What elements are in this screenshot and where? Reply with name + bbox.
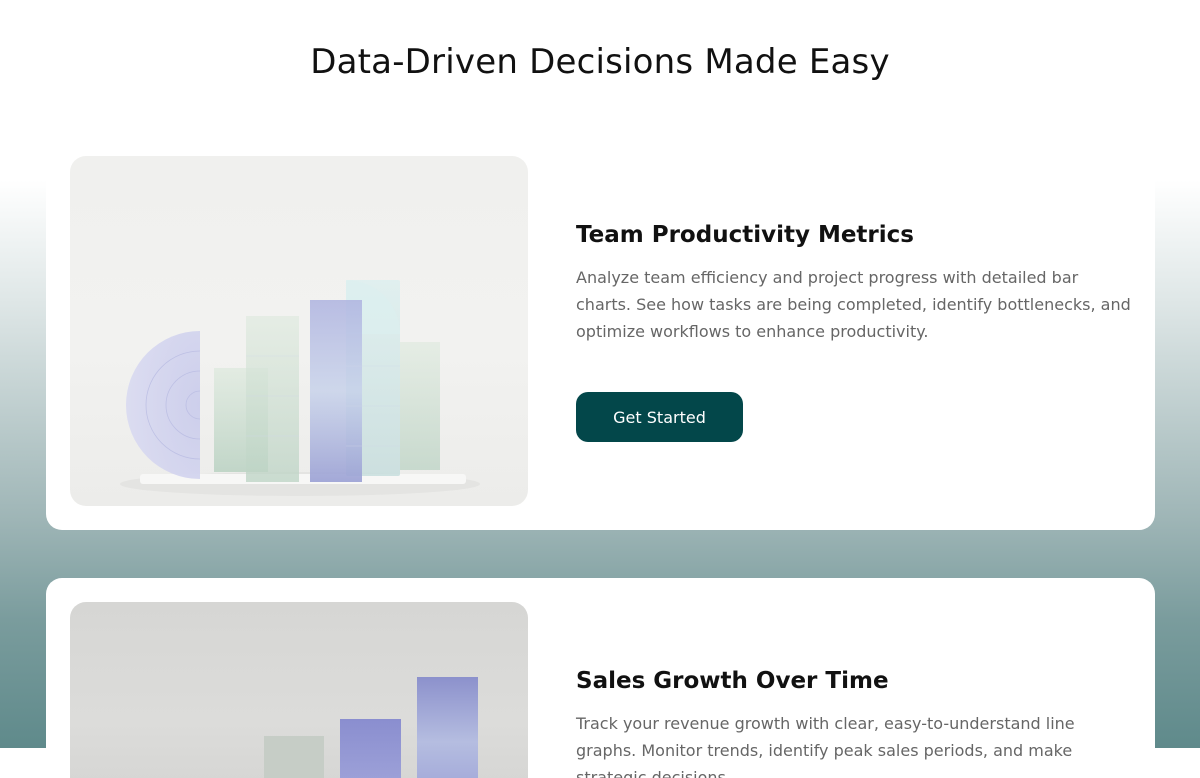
- card-description: Track your revenue growth with clear, ea…: [576, 714, 1075, 778]
- feature-card-productivity: Team Productivity Metrics Analyze team e…: [46, 156, 1155, 530]
- card-title: Team Productivity Metrics: [576, 222, 914, 248]
- bar-sculpture-image: [70, 156, 528, 506]
- card-description: Analyze team efficiency and project prog…: [576, 268, 1131, 341]
- card-title: Sales Growth Over Time: [576, 668, 889, 694]
- get-started-button[interactable]: Get Started: [576, 392, 743, 442]
- page-title: Data-Driven Decisions Made Easy: [310, 42, 890, 82]
- feature-card-sales-growth: Sales Growth Over Time Track your revenu…: [46, 578, 1155, 778]
- sales-bars-image: [70, 602, 528, 778]
